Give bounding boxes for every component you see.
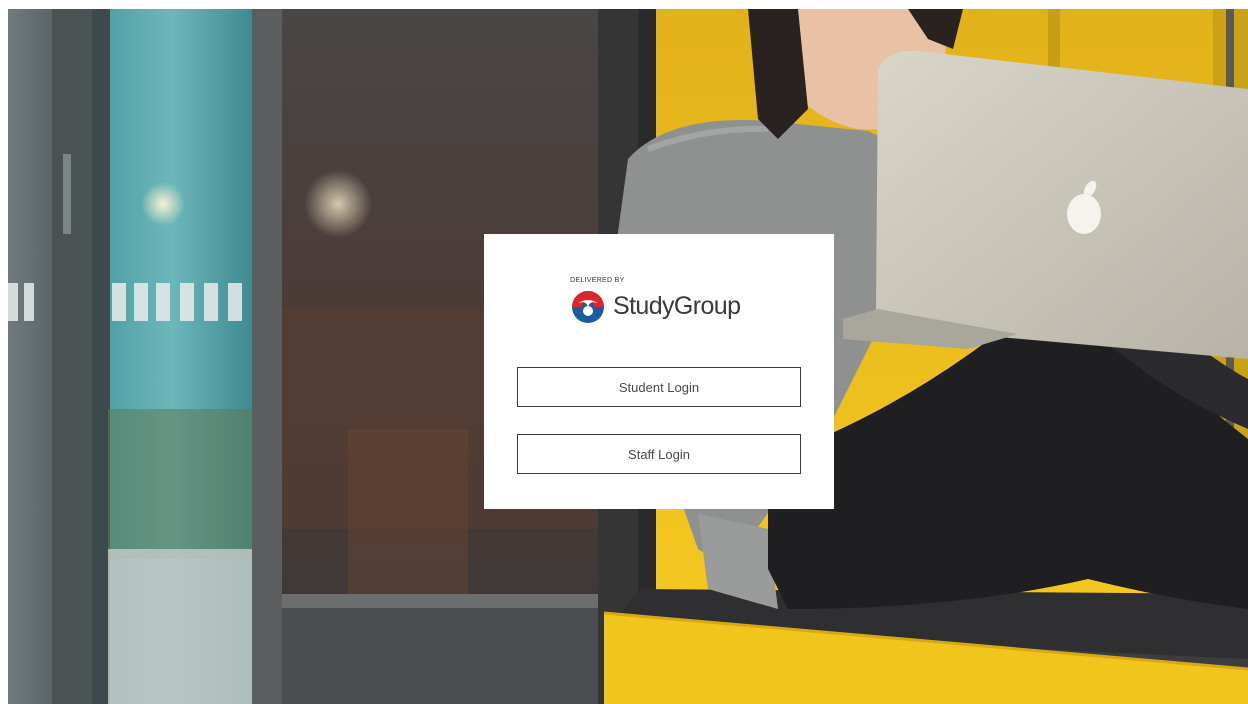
delivered-by-label: DELIVERED BY — [570, 277, 625, 284]
studygroup-brand: DELIVERED BY StudyGroup — [570, 277, 760, 327]
student-login-button[interactable]: Student Login — [517, 367, 801, 407]
login-page: DELIVERED BY StudyGroup Student Login St… — [0, 0, 1248, 704]
login-card: DELIVERED BY StudyGroup Student Login St… — [484, 234, 834, 509]
studygroup-wordmark: StudyGroup — [613, 292, 741, 320]
staff-login-button[interactable]: Staff Login — [517, 434, 801, 474]
studygroup-logo-icon — [570, 289, 606, 325]
